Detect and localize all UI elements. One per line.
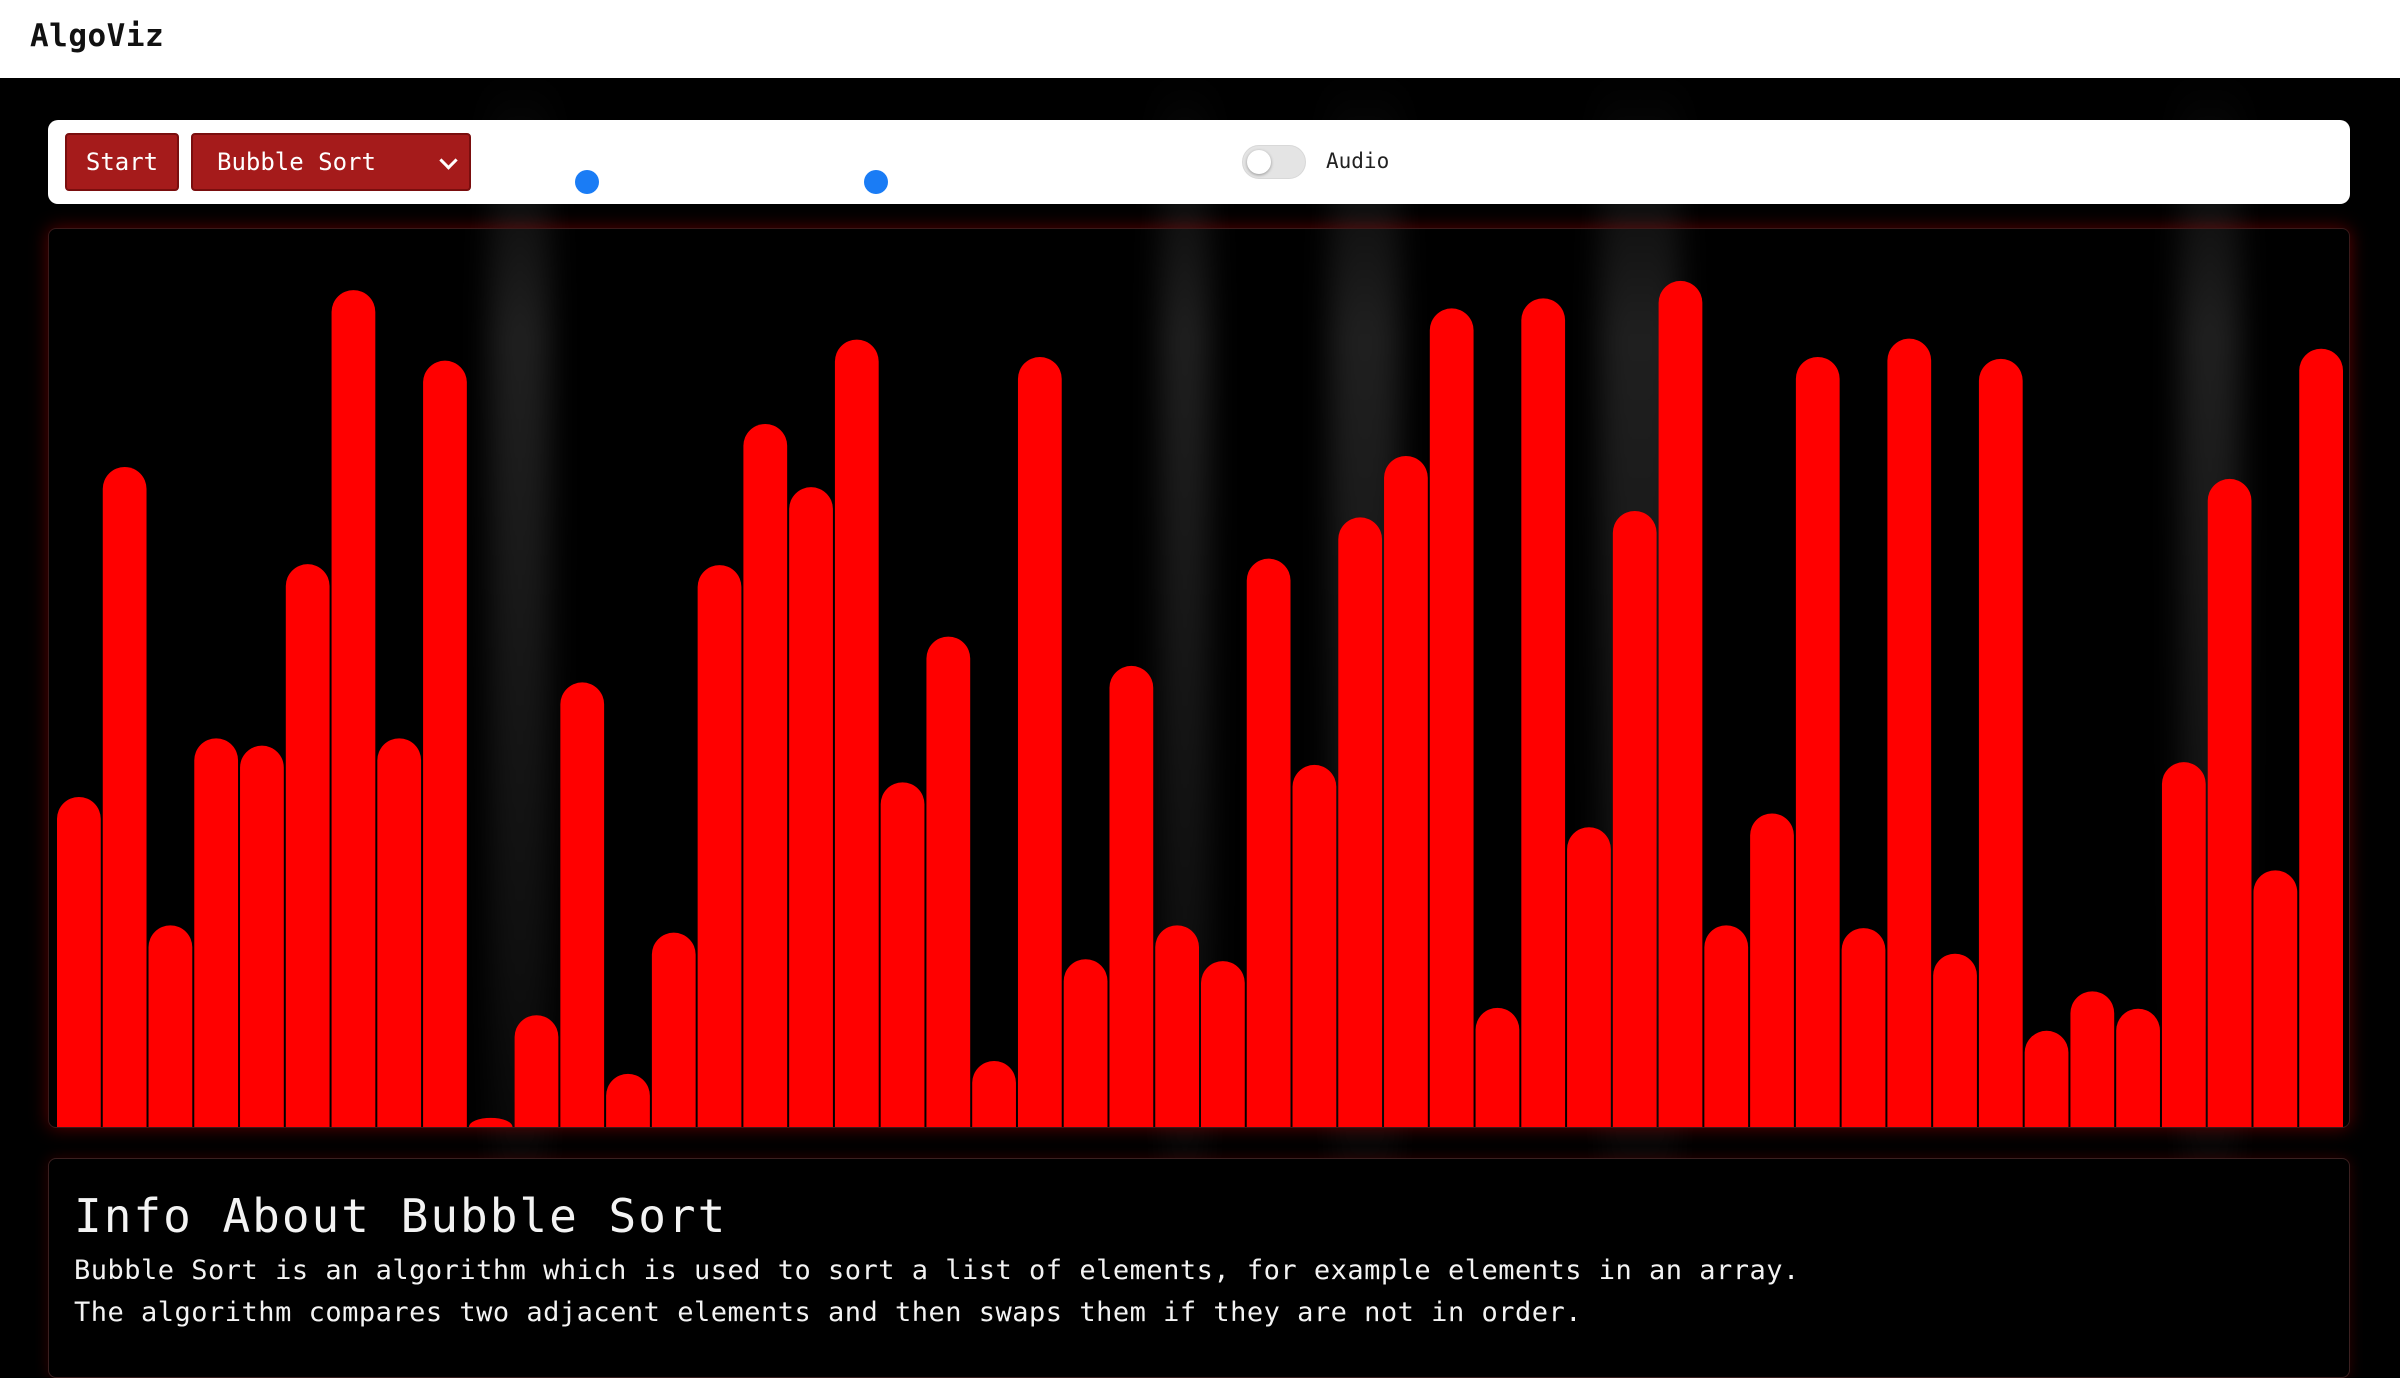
array-bar [331,290,376,1127]
array-bar [1063,959,1108,1127]
array-bar [423,360,467,1127]
array-bar [1841,928,1886,1127]
audio-toggle[interactable] [1242,145,1306,179]
array-bar [560,682,605,1127]
audio-toggle-knob [1247,150,1271,174]
array-bar [1109,665,1154,1127]
array-bar [1704,925,1749,1127]
algorithm-select[interactable]: Bubble Sort [191,133,471,191]
array-bar [2024,1030,2069,1127]
array-bar [1384,456,1428,1127]
audio-label: Audio [1326,149,1390,173]
array-bar [1429,308,1474,1127]
array-bar [1750,813,1794,1127]
array-bar [1612,511,1657,1127]
start-button[interactable]: Start [65,133,179,191]
brand-logo[interactable]: AlgoViz [30,18,164,54]
info-title: Info About Bubble Sort [74,1189,728,1243]
algorithm-select-value: Bubble Sort [217,148,376,176]
array-bar [789,487,833,1127]
array-bar [2161,762,2206,1127]
array-bar [1978,358,2023,1127]
visualizer-panel [48,228,2350,1128]
array-bar [2207,478,2252,1127]
array-bar [1475,1007,1520,1127]
array-bar [1933,953,1977,1127]
bar-chart [57,280,2343,1127]
array-bar [2070,991,2115,1127]
array-bar [1017,357,1062,1127]
array-bar [926,636,971,1127]
array-bar [148,925,193,1127]
info-line: Bubble Sort is an algorithm which is use… [74,1255,1800,1286]
array-bar [697,565,742,1127]
array-bar [2116,1008,2160,1127]
array-bar [972,1061,1016,1127]
array-bar [1155,925,1199,1127]
array-bar [194,738,239,1127]
array-bar [1246,558,1291,1127]
array-bar [285,564,330,1127]
array-bar [1795,357,1840,1127]
array-bar [1521,298,1566,1127]
array-bar [2253,870,2298,1127]
array-bar [606,1073,650,1127]
array-bar [1658,280,1703,1127]
info-line: The algorithm compares two adjacent elem… [74,1297,1582,1328]
array-bar [743,423,788,1127]
array-bar [57,797,101,1127]
size-slider-thumb[interactable] [864,170,888,194]
array-bar [102,467,147,1127]
array-bar [1567,827,1611,1127]
array-bar [240,745,284,1127]
array-bar [1292,764,1337,1127]
info-panel: Info About Bubble Sort Bubble Sort is an… [48,1158,2350,1378]
array-bar [834,339,879,1127]
array-bar [468,1117,513,1127]
navbar: AlgoViz [0,0,2400,78]
array-bar [651,932,696,1127]
array-bar [1201,961,1245,1127]
speed-slider-thumb[interactable] [575,170,599,194]
array-bar [514,1015,559,1127]
array-bar [1338,517,1383,1127]
array-bar [377,738,422,1127]
chevron-down-icon [439,151,458,170]
controls-bar: Start Bubble Sort Audio [48,120,2350,204]
array-bar [2299,348,2343,1127]
array-bar [1887,338,1932,1127]
array-bar [880,782,925,1127]
